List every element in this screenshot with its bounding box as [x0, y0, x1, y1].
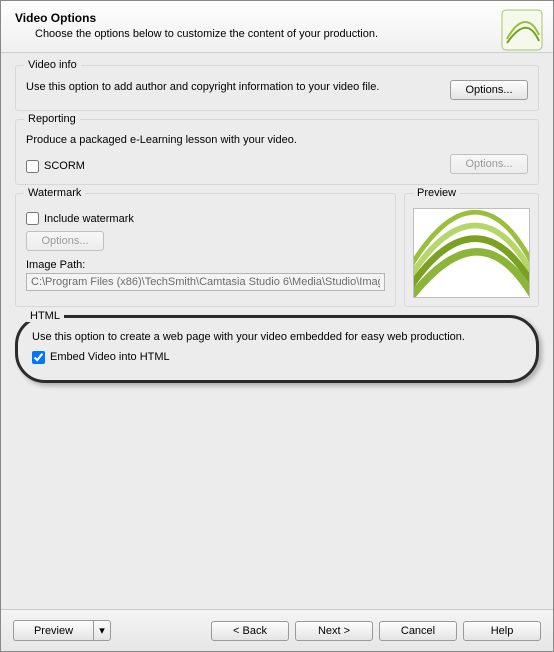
- scorm-label: SCORM: [44, 160, 85, 172]
- back-button[interactable]: < Back: [211, 621, 289, 641]
- reporting-legend: Reporting: [24, 113, 80, 125]
- preview-button[interactable]: Preview: [13, 620, 93, 641]
- reporting-options-button: Options...: [450, 154, 528, 174]
- embed-html-label: Embed Video into HTML: [50, 351, 170, 363]
- embed-html-checkbox[interactable]: [32, 351, 45, 364]
- header: Video Options Choose the options below t…: [1, 1, 553, 53]
- watermark-legend: Watermark: [24, 187, 85, 199]
- reporting-group: Reporting Produce a packaged e-Learning …: [15, 119, 539, 185]
- video-info-options-button[interactable]: Options...: [450, 80, 528, 100]
- image-path-label: Image Path:: [26, 259, 385, 271]
- help-button[interactable]: Help: [463, 621, 541, 641]
- watermark-preview-group: Preview: [404, 193, 539, 307]
- preview-dropdown-button[interactable]: ▾: [93, 620, 111, 641]
- image-path-input: [26, 273, 385, 291]
- scorm-checkbox[interactable]: [26, 160, 39, 173]
- reporting-desc: Produce a packaged e-Learning lesson wit…: [26, 134, 528, 146]
- watermark-preview-image: [413, 208, 530, 298]
- chevron-down-icon: ▾: [99, 625, 105, 637]
- watermark-group: Watermark Include watermark Options... I…: [15, 193, 396, 307]
- video-info-legend: Video info: [24, 59, 81, 71]
- html-group: HTML Use this option to create a web pag…: [15, 315, 539, 383]
- html-desc: Use this option to create a web page wit…: [32, 330, 522, 345]
- next-button[interactable]: Next >: [295, 621, 373, 641]
- video-info-desc: Use this option to add author and copyri…: [26, 80, 440, 95]
- watermark-preview-legend: Preview: [413, 187, 460, 199]
- cancel-button[interactable]: Cancel: [379, 621, 457, 641]
- include-watermark-checkbox[interactable]: [26, 212, 39, 225]
- footer: Preview ▾ < Back Next > Cancel Help: [1, 609, 553, 651]
- app-icon: [501, 9, 543, 51]
- content-area: Video info Use this option to add author…: [1, 53, 553, 389]
- include-watermark-label: Include watermark: [44, 213, 134, 225]
- page-title: Video Options: [15, 11, 539, 25]
- video-info-group: Video info Use this option to add author…: [15, 65, 539, 111]
- watermark-options-button: Options...: [26, 231, 104, 251]
- page-subtitle: Choose the options below to customize th…: [35, 28, 539, 40]
- html-legend: HTML: [26, 310, 64, 322]
